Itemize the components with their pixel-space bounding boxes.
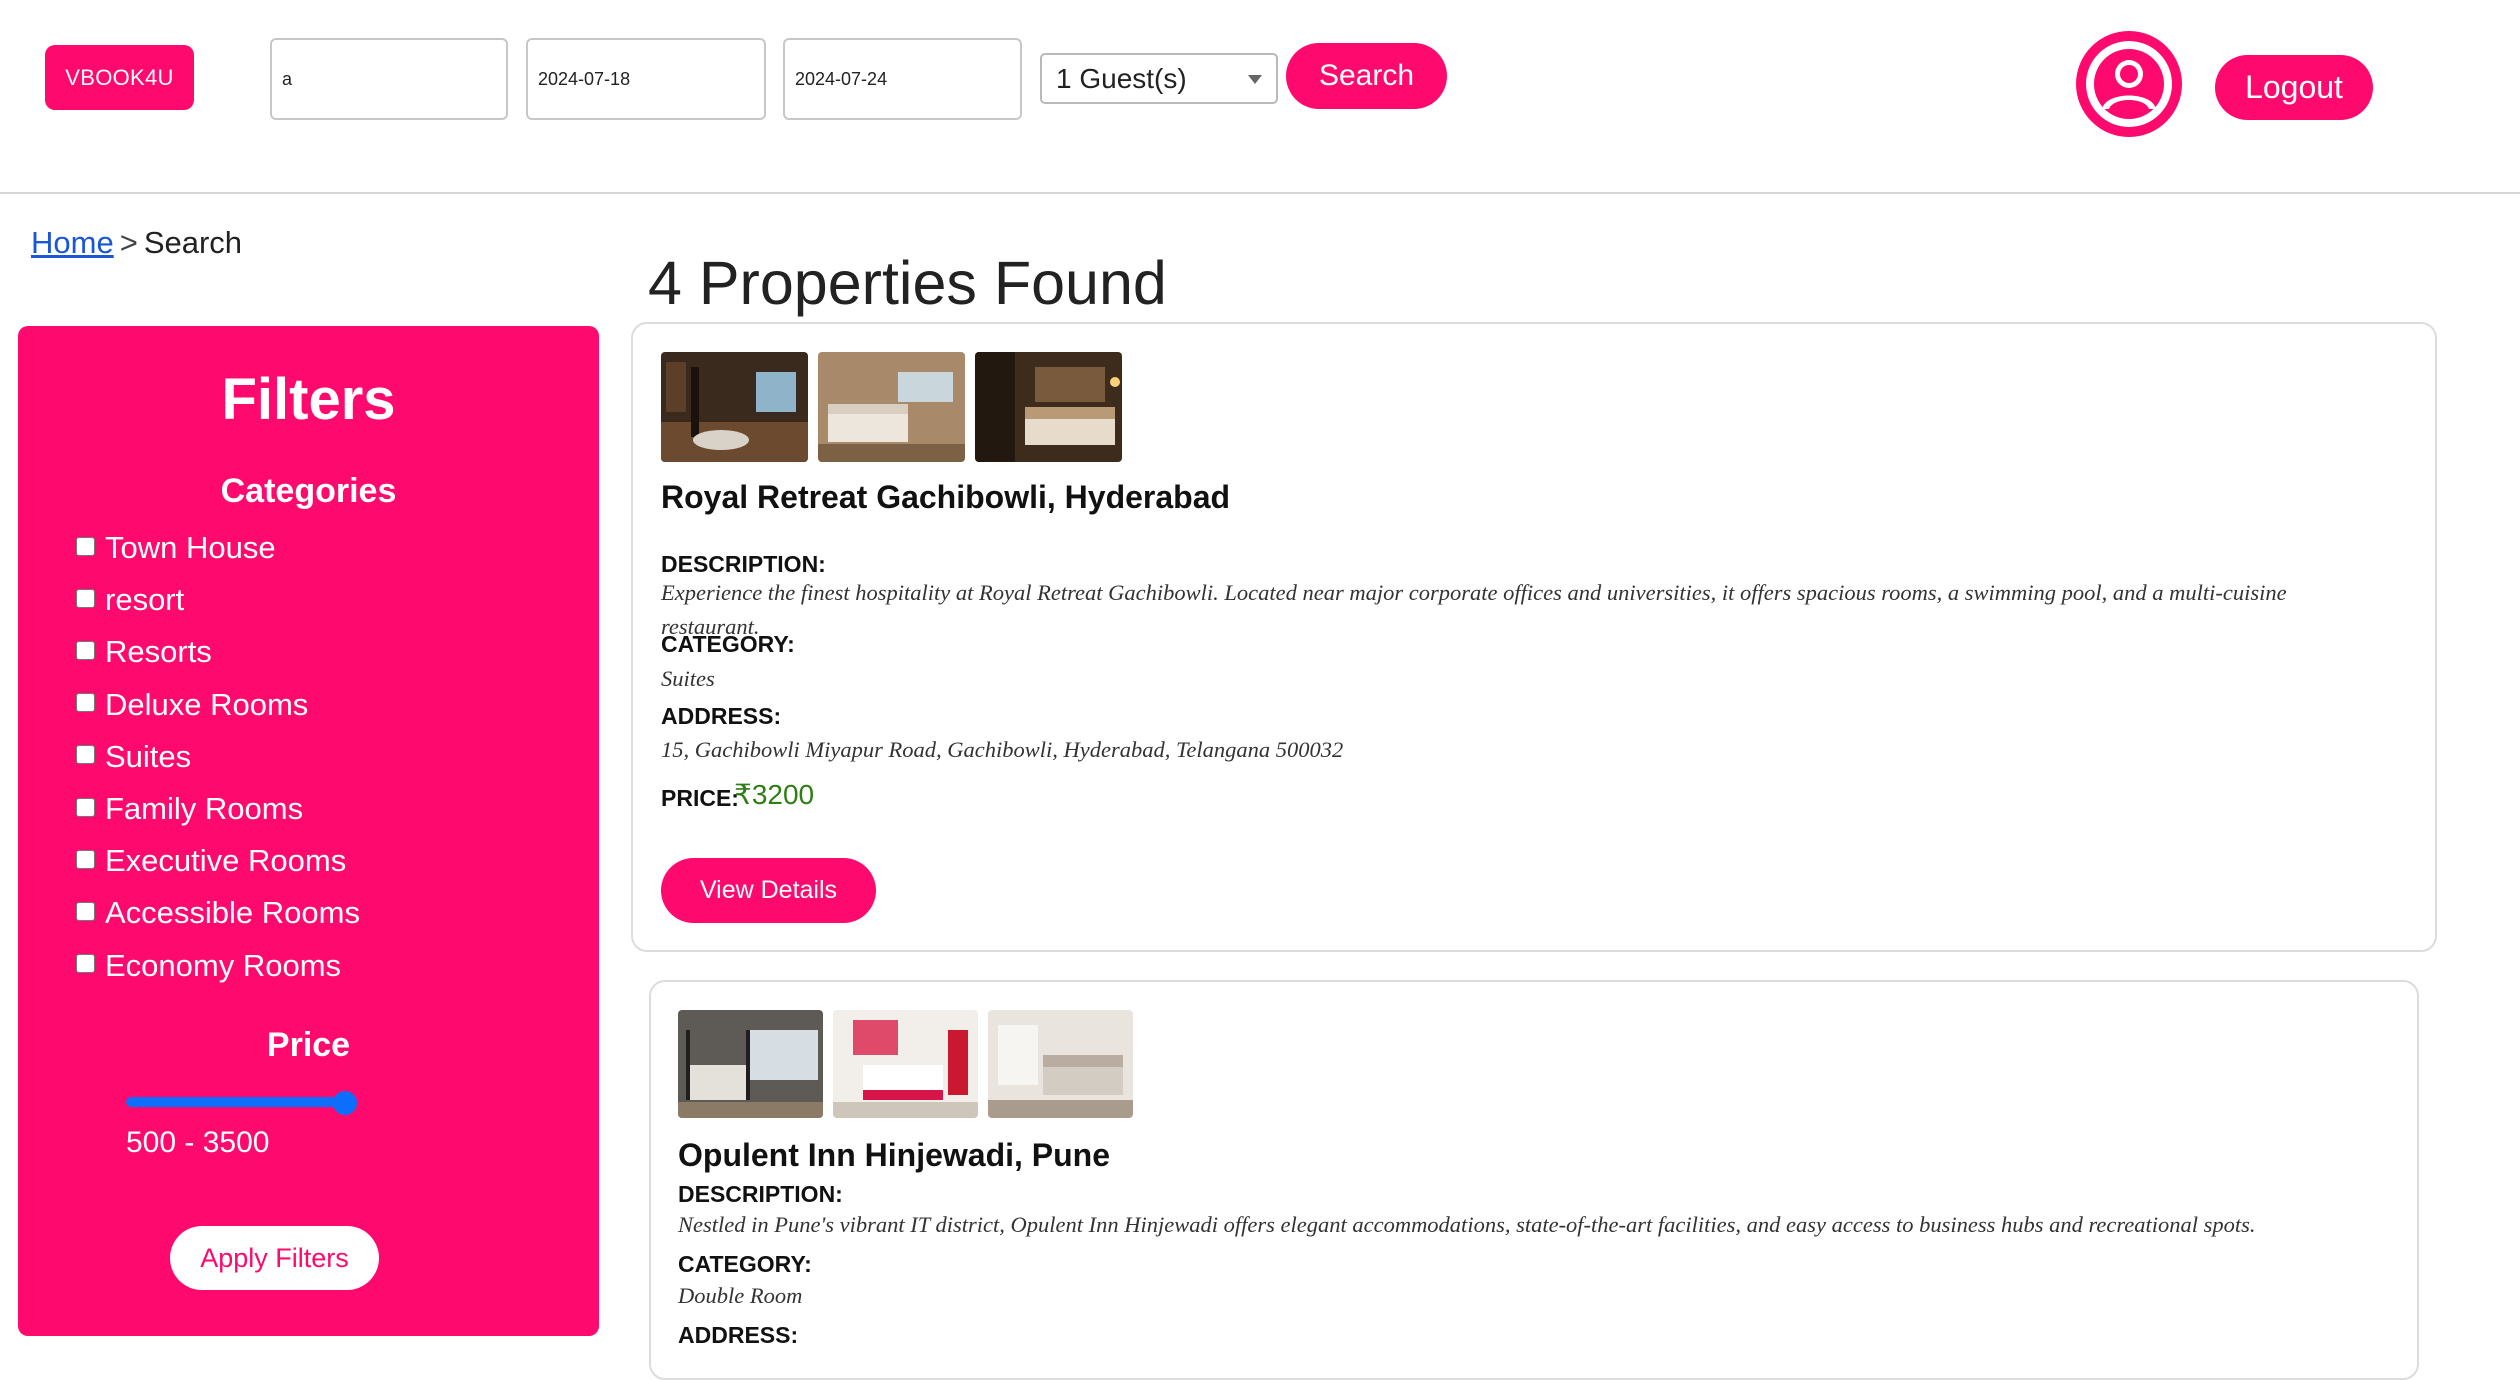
search-button[interactable]: Search <box>1286 43 1447 109</box>
breadcrumb: Home > Search <box>31 225 242 261</box>
category-label: Family Rooms <box>105 791 304 827</box>
property-name[interactable]: Opulent Inn Hinjewadi, Pune <box>678 1137 1110 1174</box>
category-option-deluxe-rooms[interactable]: Deluxe Rooms <box>76 679 360 731</box>
checkbox[interactable] <box>76 640 95 660</box>
guests-select[interactable]: 1 Guest(s) <box>1040 53 1278 104</box>
category-label: Accessible Rooms <box>105 895 360 931</box>
property-name[interactable]: Royal Retreat Gachibowli, Hyderabad <box>661 479 1230 516</box>
category-label: Town House <box>105 530 276 566</box>
breadcrumb-separator: > <box>119 225 138 260</box>
category-label: Executive Rooms <box>105 843 347 879</box>
category-label: resort <box>105 582 185 618</box>
checkout-date-input[interactable] <box>783 38 1022 120</box>
category-option-family-rooms[interactable]: Family Rooms <box>76 783 360 835</box>
location-input[interactable] <box>270 38 508 120</box>
checkbox[interactable] <box>76 588 95 608</box>
logout-button[interactable]: Logout <box>2215 55 2373 120</box>
property-photo[interactable] <box>678 1010 823 1118</box>
filters-panel: Filters Categories Town House resort Res… <box>18 326 599 1336</box>
breadcrumb-home-link[interactable]: Home <box>31 225 114 260</box>
chevron-down-icon <box>1248 75 1262 84</box>
filters-title: Filters <box>221 367 396 432</box>
category-label: Deluxe Rooms <box>105 686 309 722</box>
category-option-suites[interactable]: Suites <box>76 731 360 783</box>
property-photos <box>678 1010 1133 1118</box>
apply-filters-button[interactable]: Apply Filters <box>170 1226 379 1290</box>
checkin-date-input[interactable] <box>526 38 766 120</box>
categories-title: Categories <box>220 472 397 510</box>
category-label: Economy Rooms <box>105 947 342 983</box>
property-card: Royal Retreat Gachibowli, Hyderabad DESC… <box>631 322 2437 952</box>
top-navbar: VBOOK4U 1 Guest(s) Search Logout <box>0 0 2520 194</box>
property-address: 15, Gachibowli Miyapur Road, Gachibowli,… <box>661 737 1344 762</box>
price-slider-track <box>126 1097 346 1107</box>
view-details-button[interactable]: View Details <box>661 858 876 923</box>
price-slider-handle[interactable] <box>333 1091 357 1115</box>
price-title: Price <box>266 1026 351 1064</box>
category-list: Town House resort Resorts Deluxe Rooms S… <box>76 522 360 992</box>
property-photo[interactable] <box>661 352 808 462</box>
results-count-title: 4 Properties Found <box>648 249 1167 317</box>
property-description: Nestled in Pune's vibrant IT district, O… <box>678 1212 2256 1237</box>
checkbox[interactable] <box>76 901 95 921</box>
brand-logo[interactable]: VBOOK4U <box>45 45 194 110</box>
category-option-town-house[interactable]: Town House <box>76 522 360 574</box>
address-label: ADDRESS: <box>678 1322 799 1348</box>
checkbox[interactable] <box>76 849 95 869</box>
checkbox[interactable] <box>76 954 95 974</box>
property-card: Opulent Inn Hinjewadi, Pune DESCRIPTION:… <box>649 980 2419 1380</box>
category-option-executive-rooms[interactable]: Executive Rooms <box>76 835 360 887</box>
category-label: CATEGORY: <box>661 631 795 657</box>
property-category: Double Room <box>678 1283 803 1308</box>
breadcrumb-current: Search <box>143 225 243 260</box>
property-description: Experience the finest hospitality at Roy… <box>661 580 2287 639</box>
property-category: Suites <box>661 666 715 691</box>
category-option-resort[interactable]: resort <box>76 574 360 626</box>
checkbox[interactable] <box>76 536 95 556</box>
description-label: DESCRIPTION: <box>661 551 826 577</box>
price-range-value: 500 - 3500 <box>126 1126 270 1159</box>
property-photo[interactable] <box>975 352 1122 462</box>
category-label: CATEGORY: <box>678 1251 812 1277</box>
checkbox[interactable] <box>76 693 95 713</box>
guests-selected-value: 1 Guest(s) <box>1056 62 1187 94</box>
category-label: Resorts <box>105 634 212 670</box>
category-option-accessible-rooms[interactable]: Accessible Rooms <box>76 887 360 939</box>
property-photos <box>661 352 1122 462</box>
checkbox[interactable] <box>76 745 95 765</box>
price-label: PRICE: <box>661 785 739 811</box>
property-photo[interactable] <box>988 1010 1133 1118</box>
user-avatar-graphic <box>2086 41 2172 127</box>
property-price: ₹3200 <box>734 779 815 810</box>
property-photo[interactable] <box>833 1010 978 1118</box>
price-slider[interactable] <box>108 1091 358 1115</box>
checkbox[interactable] <box>76 797 95 817</box>
category-option-economy-rooms[interactable]: Economy Rooms <box>76 940 360 992</box>
address-label: ADDRESS: <box>661 703 782 729</box>
category-option-resorts[interactable]: Resorts <box>76 626 360 678</box>
description-label: DESCRIPTION: <box>678 1181 843 1207</box>
property-photo[interactable] <box>818 352 965 462</box>
user-avatar-icon[interactable] <box>2076 31 2182 137</box>
category-label: Suites <box>105 738 192 774</box>
